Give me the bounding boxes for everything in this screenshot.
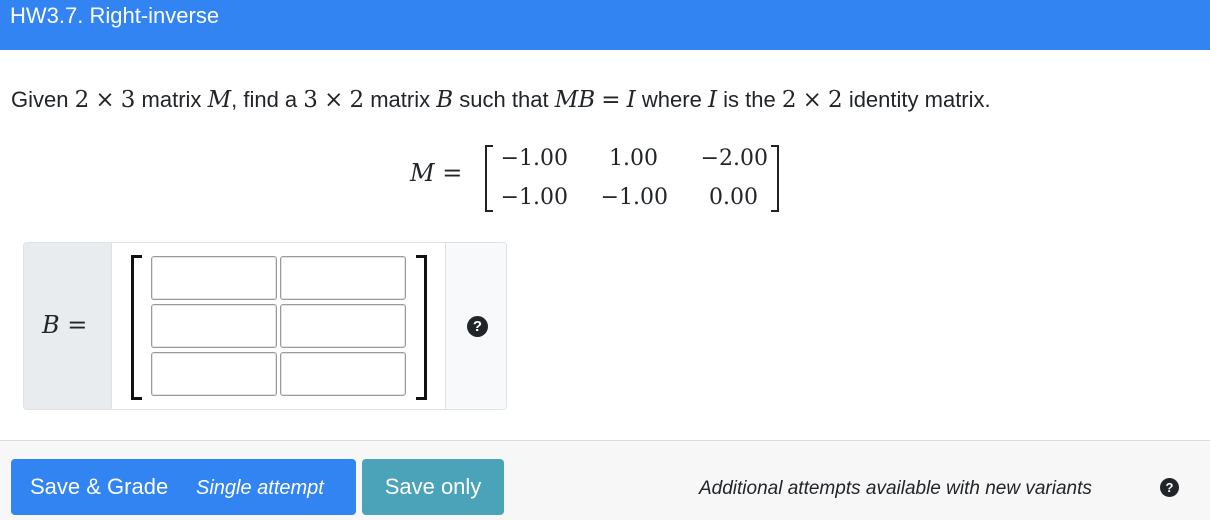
question-circle-icon[interactable]: ? <box>1160 478 1179 497</box>
prompt-times: × <box>95 87 115 113</box>
question-footer: Save & Grade Single attempt Save only Ad… <box>0 440 1210 520</box>
answer-cell-input[interactable] <box>151 256 277 300</box>
prompt-dim-rows: 2 <box>74 87 90 113</box>
matrix-cell: −1.00 <box>600 185 668 210</box>
prompt-dim-rows: 3 <box>303 87 318 113</box>
prompt-times: × <box>324 87 344 113</box>
prompt-dim-cols: 2 <box>828 87 843 113</box>
matrix-cell: 0.00 <box>709 185 758 210</box>
prompt-dim-rows: 2 <box>781 87 797 113</box>
prompt-text-matrix: matrix <box>141 87 202 112</box>
matrix-cell: −1.00 <box>500 146 568 171</box>
prompt-var-i: I <box>707 87 718 113</box>
prompt-var-mb: MB <box>554 87 596 113</box>
save-grade-sublabel: Single attempt <box>196 477 324 499</box>
matrix-cell: −1.00 <box>500 185 568 210</box>
answer-cell-input[interactable] <box>280 352 406 396</box>
question-prompt: Given 2 × 3 matrix M, find a 3 × 2 matri… <box>11 84 991 116</box>
prompt-text-is-the: is the <box>723 87 776 112</box>
prompt-dim-cols: 3 <box>120 87 136 113</box>
answer-label: B = <box>42 311 88 339</box>
question-title: HW3.7. Right-inverse <box>10 3 220 28</box>
answer-cell-input[interactable] <box>151 352 277 396</box>
save-grade-label: Save & Grade <box>30 474 169 499</box>
matrix-cell: 1.00 <box>609 146 658 171</box>
prompt-var-i: I <box>626 87 636 113</box>
prompt-var-m: M <box>207 87 232 113</box>
matrix-m-label: M = <box>410 159 463 187</box>
prompt-var-b: B <box>436 87 454 113</box>
prompt-dim-cols: 2 <box>349 87 365 113</box>
matrix-right-bracket <box>771 145 779 212</box>
answer-help-box: ? <box>445 243 506 409</box>
answer-cell-input[interactable] <box>280 256 406 300</box>
save-grade-button[interactable]: Save & Grade Single attempt <box>11 459 356 515</box>
answer-label-box: B = <box>24 243 112 409</box>
prompt-equals: = <box>601 87 621 113</box>
prompt-text-such-that: such that <box>459 87 549 112</box>
attempts-info: Additional attempts available with new v… <box>699 478 1092 499</box>
matrix-cell: −2.00 <box>700 146 768 171</box>
question-circle-icon[interactable]: ? <box>467 316 488 337</box>
save-only-button[interactable]: Save only <box>362 459 504 515</box>
answer-cell-input[interactable] <box>151 304 277 348</box>
question-header: HW3.7. Right-inverse <box>0 0 1210 50</box>
prompt-times: × <box>802 87 822 113</box>
prompt-text-identity: identity matrix. <box>848 87 991 112</box>
answer-right-bracket <box>416 255 427 400</box>
answer-cell-input[interactable] <box>280 304 406 348</box>
prompt-text-matrix: matrix <box>370 87 431 112</box>
answer-left-bracket <box>131 255 142 400</box>
prompt-text-given: Given <box>11 87 69 112</box>
prompt-text-where: where <box>641 87 702 112</box>
prompt-text-find: , find a <box>231 87 298 112</box>
